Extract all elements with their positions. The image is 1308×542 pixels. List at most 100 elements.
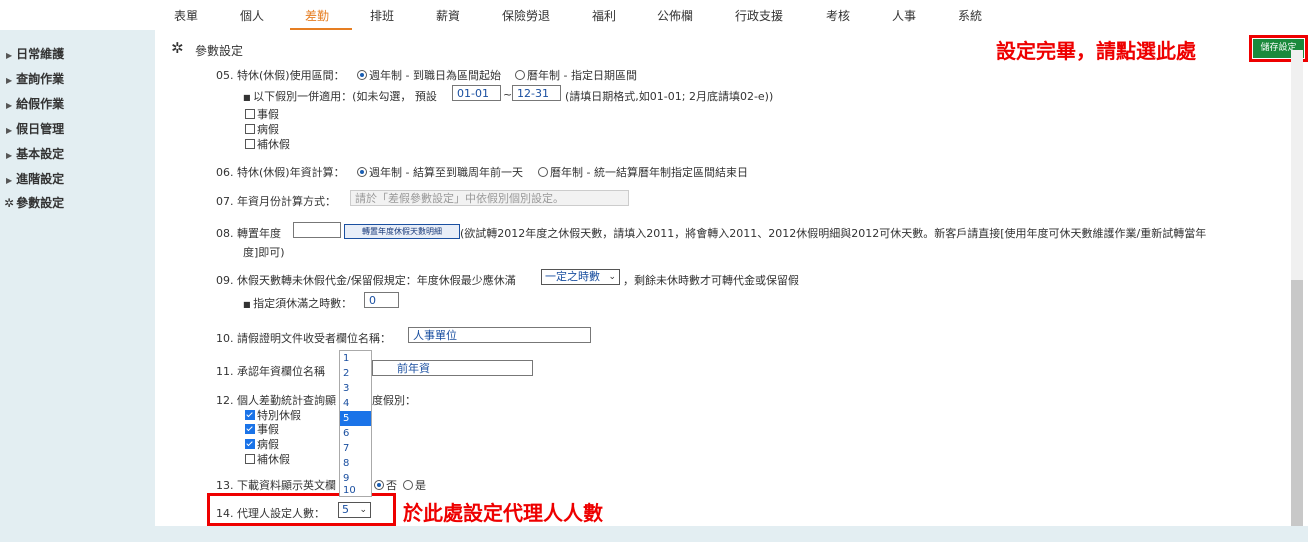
top-nav: 表單 個人 差勤 排班 薪資 保險勞退 福利 公佈欄 行政支援 考核 人事 系統 (0, 0, 1308, 31)
checkbox-icon (245, 439, 255, 449)
nav-item-attendance[interactable]: 差勤 (305, 7, 329, 24)
caret-right-icon: ▶ (6, 126, 13, 135)
nav-item-salary[interactable]: 薪資 (436, 7, 460, 24)
nav-item-hr[interactable]: 人事 (892, 7, 916, 24)
sidebar-item-daily[interactable]: ▶ 日常維護 (6, 45, 64, 62)
dropdown-option[interactable]: 3 (340, 381, 371, 396)
nav-item-review[interactable]: 考核 (826, 7, 850, 24)
nav-item-system[interactable]: 系統 (958, 7, 982, 24)
dropdown-option[interactable]: 10 (340, 486, 371, 496)
item12-label-cont: 度假別： (372, 394, 416, 407)
nav-item-admin[interactable]: 行政支援 (735, 7, 783, 24)
item12-check-personal-leave[interactable]: 事假 (245, 421, 279, 437)
radio-icon (374, 480, 384, 490)
sidebar-item-query[interactable]: ▶ 查詢作業 (6, 70, 64, 87)
scrollbar-thumb[interactable] (1291, 280, 1303, 526)
checkbox-icon (245, 139, 255, 149)
dropdown-option[interactable]: 6 (340, 426, 371, 441)
item10-label: 10. 請假證明文件收受者欄位名稱： (216, 332, 391, 345)
item13-radio-no[interactable]: 否 (372, 477, 397, 493)
item09-hours-select[interactable]: 一定之時數 ⌄ (541, 269, 620, 285)
agent-count-dropdown[interactable]: 1 2 3 4 5 6 7 8 9 10 (339, 350, 372, 497)
item12-check-sick-leave[interactable]: 病假 (245, 436, 279, 452)
radio-icon (403, 480, 413, 490)
item09-label: 09. 休假天數轉未休假代金/保留假規定：年度休假最少應休滿 (216, 274, 516, 287)
item11-label: 11. 承認年資欄位名稱 (216, 365, 325, 378)
item13-radio-yes[interactable]: 是 (401, 477, 426, 493)
radio-icon (357, 70, 367, 80)
caret-right-icon: ▶ (6, 101, 13, 110)
item10-recipient-input[interactable]: 人事單位 (408, 327, 591, 343)
nav-item-insurance[interactable]: 保險勞退 (502, 7, 550, 24)
checkbox-icon (245, 454, 255, 464)
item14-label: 14. 代理人設定人數： (216, 507, 325, 520)
item06-radio-calendar[interactable]: 曆年制 - 統一結算曆年制指定區間結束日 (536, 164, 748, 180)
item12-check-comp-leave[interactable]: 補休假 (245, 451, 290, 467)
nav-item-bulletin[interactable]: 公佈欄 (657, 7, 693, 24)
chevron-down-icon: ⌄ (608, 272, 616, 282)
sidebar-item-grant-leave[interactable]: ▶ 給假作業 (6, 95, 64, 112)
nav-item-shift[interactable]: 排班 (370, 7, 394, 24)
bullet-icon: ■ (243, 300, 254, 309)
dropdown-option[interactable]: 8 (340, 456, 371, 471)
item05-date-from-input[interactable]: 01-01 (452, 85, 501, 101)
item09-sub-label: ■ 指定須休滿之時數： (243, 297, 353, 310)
caret-right-icon: ▶ (6, 76, 13, 85)
item05-check-comp-leave[interactable]: 補休假 (245, 136, 290, 152)
sidebar-item-params[interactable]: ✲ 參數設定 (4, 194, 64, 211)
item05-sub-label: ■ 以下假別一併適用：(如未勾選， 預設 (243, 90, 437, 103)
sidebar: ▶ 日常維護 ▶ 查詢作業 ▶ 給假作業 ▶ 假日管理 ▶ 基本設定 ▶ 進階設定 ✲ 參數設… (0, 30, 155, 526)
dropdown-option-selected[interactable]: 5 (340, 411, 371, 426)
page-title: 參數設定 (195, 44, 244, 58)
item05-radio-calendar[interactable]: 曆年制 - 指定日期區間 (513, 67, 637, 83)
item07-label: 07. 年資月份計算方式： (216, 195, 336, 208)
item05-check-sick-leave[interactable]: 病假 (245, 121, 279, 137)
gear-icon: ✲ (171, 39, 184, 57)
save-hint-annotation: 設定完畢，請點選此處 (996, 39, 1196, 63)
item06-radio-anniversary[interactable]: 週年制 - 結算至到職周年前一天 (355, 164, 523, 180)
caret-right-icon: ▶ (6, 51, 13, 60)
item11-tenure-field-input[interactable]: 前年資 (372, 360, 533, 376)
item05-radio-anniversary[interactable]: 週年制 - 到職日為區間起始 (355, 67, 501, 83)
item08-desc-cont: 度]即可) (243, 246, 285, 259)
item08-transfer-button[interactable]: 轉置年度休假天數明細 (344, 224, 460, 239)
item08-label: 08. 轉置年度 (216, 227, 281, 240)
item08-desc: (欲試轉2012年度之休假天數，請填入2011，將會轉入2011、2012休假明… (460, 227, 1207, 240)
tilde-text: ~ (503, 88, 513, 101)
radio-icon (357, 167, 367, 177)
item14-agent-count-select[interactable]: 5 ⌄ (338, 502, 371, 518)
item05-date-hint: (請填日期格式,如01-01; 2月底請填02-e)) (565, 90, 774, 103)
item05-date-to-input[interactable]: 12-31 (512, 85, 561, 101)
item05-check-personal-leave[interactable]: 事假 (245, 106, 279, 122)
checkbox-icon (245, 424, 255, 434)
gear-icon: ✲ (4, 196, 15, 210)
item08-year-input[interactable] (293, 222, 341, 238)
sidebar-item-holiday[interactable]: ▶ 假日管理 (6, 120, 64, 137)
dropdown-option[interactable]: 1 (340, 351, 371, 366)
item13-label: 13. 下載資料顯示英文欄 (216, 479, 336, 492)
bullet-icon: ■ (243, 93, 254, 102)
radio-icon (538, 167, 548, 177)
sidebar-item-advanced[interactable]: ▶ 進階設定 (6, 170, 64, 187)
item05-label: 05. 特休(休假)使用區間： (216, 69, 345, 82)
dropdown-option[interactable]: 7 (340, 441, 371, 456)
dropdown-option[interactable]: 4 (340, 396, 371, 411)
caret-right-icon: ▶ (6, 176, 13, 185)
agent-hint-annotation: 於此處設定代理人人數 (403, 501, 603, 525)
checkbox-icon (245, 124, 255, 134)
nav-item-forms[interactable]: 表單 (174, 7, 198, 24)
item09-required-hours-input[interactable]: 0 (364, 292, 399, 308)
dropdown-option[interactable]: 9 (340, 471, 371, 486)
checkbox-icon (245, 410, 255, 420)
checkbox-icon (245, 109, 255, 119)
nav-item-welfare[interactable]: 福利 (592, 7, 616, 24)
item12-label: 12. 個人差勤統計查詢顯 (216, 394, 336, 407)
dropdown-option[interactable]: 2 (340, 366, 371, 381)
bottom-bar (0, 526, 1308, 542)
radio-icon (515, 70, 525, 80)
item06-label: 06. 特休(休假)年資計算： (216, 166, 345, 179)
sidebar-item-basic[interactable]: ▶ 基本設定 (6, 145, 64, 162)
chevron-down-icon: ⌄ (359, 505, 367, 515)
item07-tenure-month-input: 請於「差假參數設定」中依假別個別設定。 (350, 190, 629, 206)
nav-item-personal[interactable]: 個人 (240, 7, 264, 24)
